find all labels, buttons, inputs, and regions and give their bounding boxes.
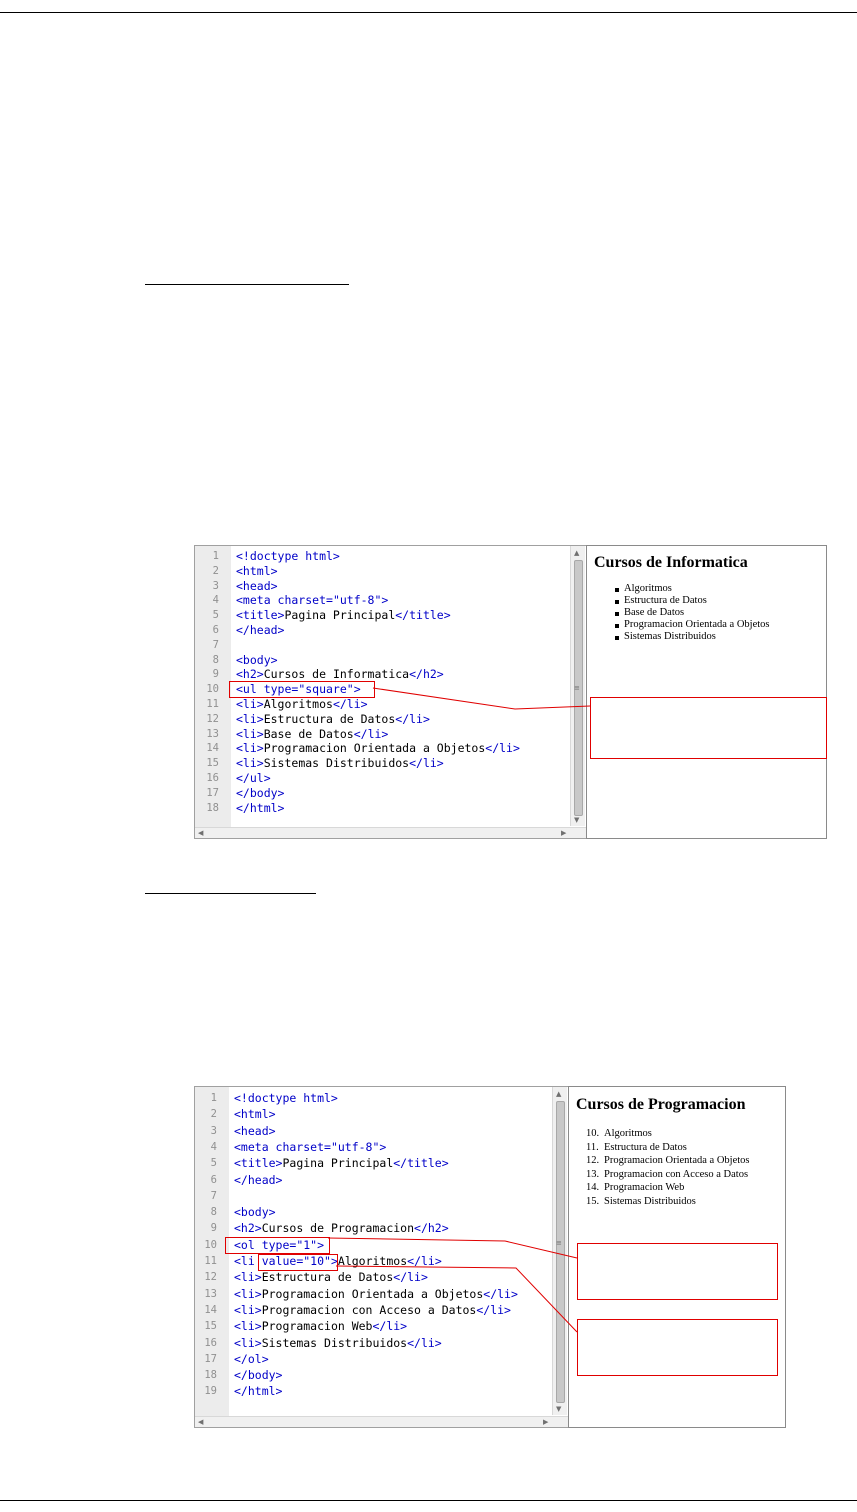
annotation-connectors [327,687,591,1333]
connector-line-3 [335,1265,578,1333]
connector-line-1 [372,687,591,710]
connector-line-2 [327,1237,578,1259]
